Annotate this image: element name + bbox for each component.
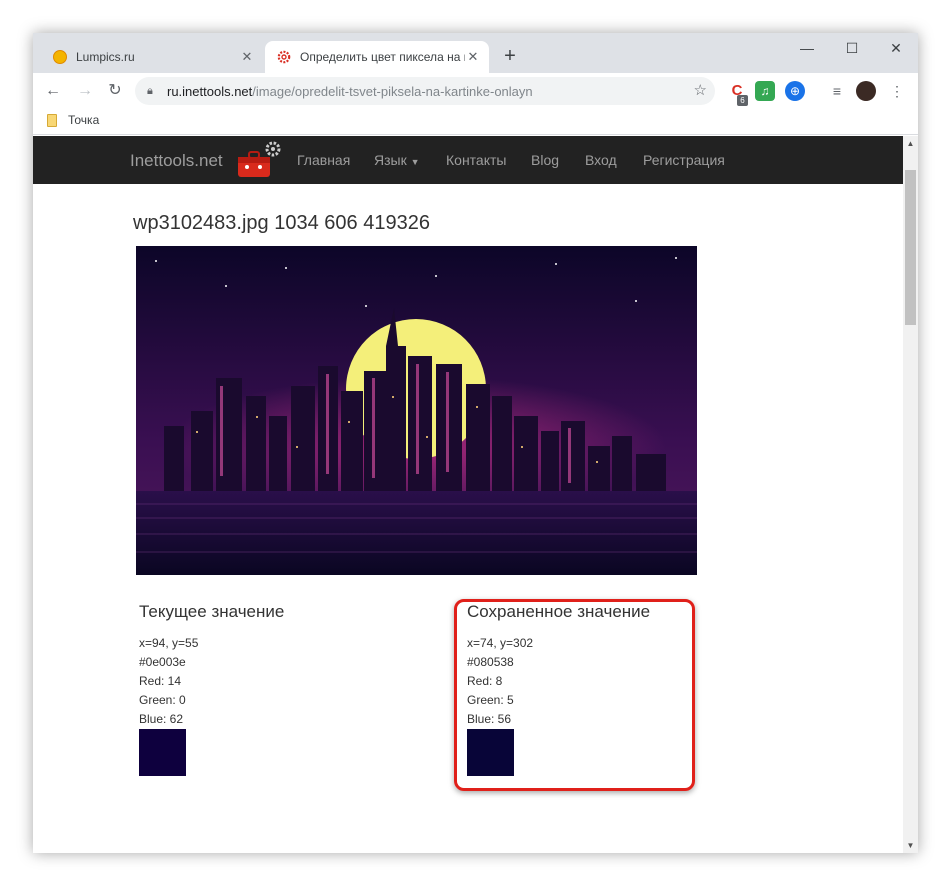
maximize-button[interactable]: ☐ <box>832 37 872 59</box>
bookmarks-bar: Точка <box>33 109 918 135</box>
current-green: Green: 0 <box>139 693 186 707</box>
close-window-button[interactable]: ✕ <box>876 37 916 59</box>
url-path: /image/opredelit-tsvet-piksela-na-kartin… <box>252 83 533 99</box>
reading-list-icon[interactable]: ≡ <box>827 81 847 101</box>
caret-down-icon: ▼ <box>410 157 420 167</box>
new-tab-button[interactable]: + <box>498 45 522 67</box>
bookmark-folder-tochka[interactable]: Точка <box>47 113 99 127</box>
lock-icon: 🔒︎ <box>147 84 153 97</box>
close-tab-icon[interactable]: ✕ <box>239 49 255 65</box>
bookmark-label: Точка <box>68 113 100 127</box>
scroll-down-arrow-icon[interactable]: ▼ <box>903 838 918 853</box>
site-navbar: Inettools.net Главная Язык ▼ Контакты Bl… <box>33 136 903 184</box>
current-hex: #0e003e <box>139 655 186 669</box>
address-bar[interactable]: 🔒︎ ru.inettools.net/image/opredelit-tsve… <box>135 77 715 105</box>
page-title: wp3102483.jpg 1034 606 419326 <box>133 212 430 234</box>
highlight-annotation <box>454 599 695 791</box>
uploaded-image[interactable] <box>136 246 697 575</box>
nav-language[interactable]: Язык ▼ <box>374 152 420 168</box>
inettools-favicon-icon <box>277 50 291 64</box>
city-skyline-image <box>136 246 697 575</box>
current-color-swatch <box>139 729 186 776</box>
reload-icon[interactable]: ↻ <box>103 79 127 103</box>
vertical-scrollbar[interactable]: ▲ ▼ <box>903 136 918 853</box>
current-red: Red: 14 <box>139 674 182 688</box>
tab-lumpics[interactable]: Lumpics.ru ✕ <box>41 41 263 73</box>
scroll-up-arrow-icon[interactable]: ▲ <box>903 136 918 151</box>
tab-title: Определить цвет пиксела на ка <box>300 50 465 64</box>
browser-toolbar: ← → ↻ 🔒︎ ru.inettools.net/image/opredeli… <box>33 73 918 109</box>
nav-contacts[interactable]: Контакты <box>446 152 506 168</box>
minimize-button[interactable]: — <box>787 37 827 59</box>
scroll-thumb[interactable] <box>905 170 916 325</box>
nav-language-label: Язык <box>374 152 407 168</box>
page-viewport: Inettools.net Главная Язык ▼ Контакты Bl… <box>33 136 903 853</box>
toolbox-logo-icon <box>238 141 281 177</box>
avatar[interactable] <box>856 81 876 101</box>
nav-blog[interactable]: Blog <box>531 152 559 168</box>
nav-login[interactable]: Вход <box>585 152 617 168</box>
nav-home[interactable]: Главная <box>297 152 350 168</box>
nav-register[interactable]: Регистрация <box>643 152 725 168</box>
current-value-panel: Текущее значение x=94, y=55 #0e003e Red:… <box>139 602 284 776</box>
tab-title: Lumpics.ru <box>76 50 135 64</box>
tab-strip: Lumpics.ru ✕ Определить цвет пиксела на … <box>33 33 918 73</box>
back-icon[interactable]: ← <box>41 79 65 103</box>
current-coords: x=94, y=55 <box>139 636 199 650</box>
tab-inettools[interactable]: Определить цвет пиксела на ка ✕ <box>265 41 489 73</box>
close-tab-icon[interactable]: ✕ <box>465 49 481 65</box>
forward-icon[interactable]: → <box>73 79 97 103</box>
current-value-heading: Текущее значение <box>139 602 285 621</box>
vpn-extension-icon[interactable]: ⊕ <box>785 81 805 101</box>
site-brand[interactable]: Inettools.net <box>130 151 223 171</box>
music-extension-icon[interactable]: ♫ <box>755 81 775 101</box>
url-host: ru.inettools.net <box>167 83 253 99</box>
current-blue: Blue: 62 <box>139 712 184 726</box>
folder-icon <box>47 113 57 127</box>
star-icon[interactable]: ☆ <box>694 81 707 99</box>
browser-window: Lumpics.ru ✕ Определить цвет пиксела на … <box>33 33 918 853</box>
extension-badge: 6 <box>737 95 748 106</box>
menu-icon[interactable]: ⋮ <box>887 81 907 101</box>
lumpics-favicon-icon <box>53 50 67 64</box>
